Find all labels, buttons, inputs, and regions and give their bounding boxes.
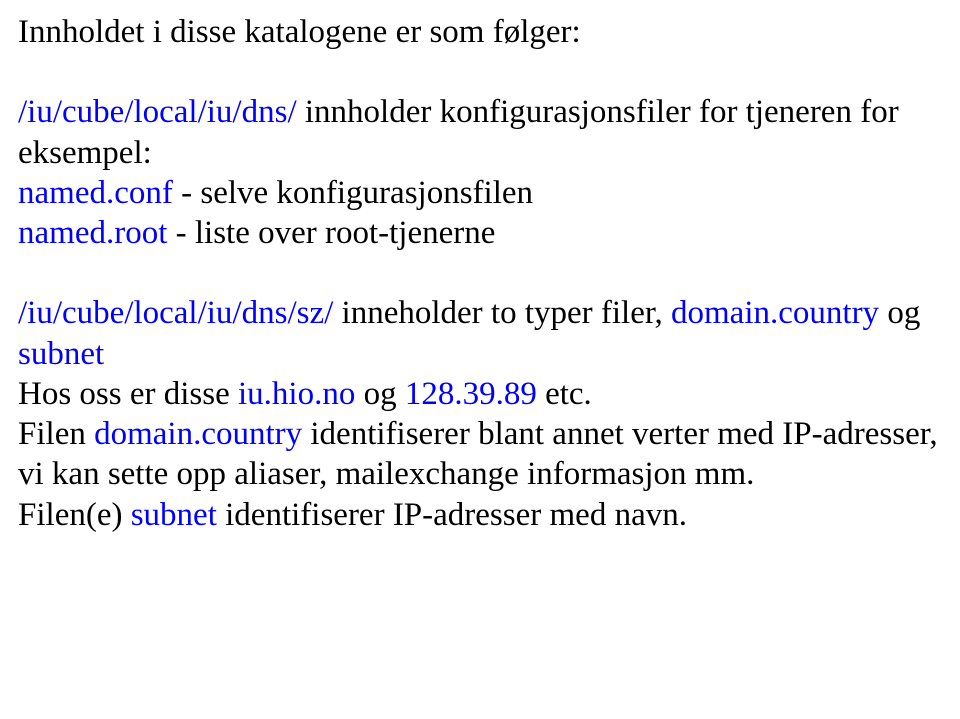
paragraph-dns: /iu/cube/local/iu/dns/ innholder konfigu… <box>18 92 942 253</box>
text-hos: Hos oss er disse <box>18 376 238 412</box>
paragraph-heading: Innholdet i disse katalogene er som følg… <box>18 12 942 52</box>
text-filen-2: Filen(e) <box>18 497 131 533</box>
heading-text: Innholdet i disse katalogene er som følg… <box>18 14 581 50</box>
paragraph-sz: /iu/cube/local/iu/dns/sz/ inneholder to … <box>18 293 942 535</box>
file-domain-country-2: domain.country <box>94 416 302 452</box>
file-named-conf: named.conf <box>18 175 173 211</box>
file-named-root: named.root <box>18 215 167 251</box>
file-domain-country: domain.country <box>671 295 879 331</box>
document-page: Innholdet i disse katalogene er som følg… <box>0 0 960 719</box>
ip-prefix: 128.39.89 <box>405 376 537 412</box>
host-iu: iu.hio.no <box>238 376 355 412</box>
file-subnet: subnet <box>18 336 104 372</box>
path-sz: /iu/cube/local/iu/dns/sz/ <box>18 295 333 331</box>
text-etc: etc. <box>537 376 592 412</box>
desc-named-root: - liste over root-tjenerne <box>167 215 495 251</box>
text-og-1: og <box>879 295 920 331</box>
text-sz-1: inneholder to typer filer, <box>333 295 671 331</box>
text-filen-1: Filen <box>18 416 94 452</box>
path-dns: /iu/cube/local/iu/dns/ <box>18 94 297 130</box>
desc-named-conf: - selve konfigurasjonsfilen <box>173 175 533 211</box>
file-subnet-2: subnet <box>131 497 217 533</box>
text-og-2: og <box>355 376 405 412</box>
text-subnet-desc: identifiserer IP-adresser med navn. <box>217 497 687 533</box>
